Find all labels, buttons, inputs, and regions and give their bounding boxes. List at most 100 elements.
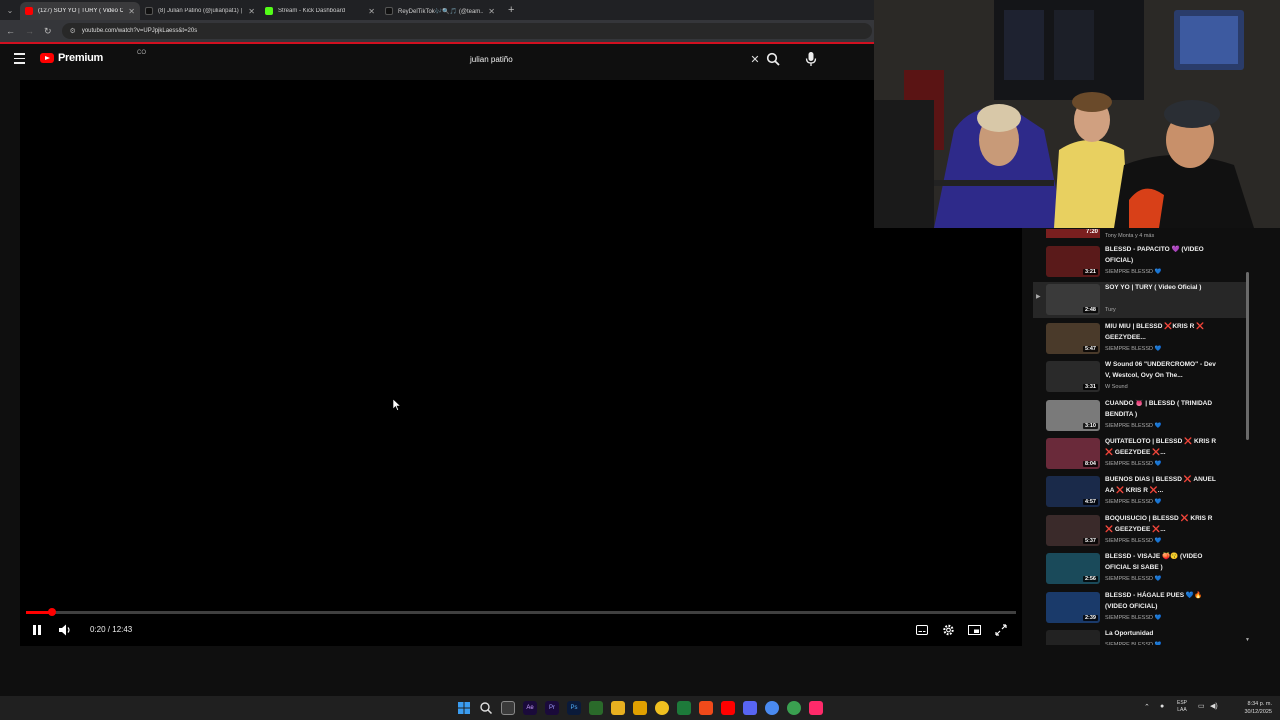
new-tab-button[interactable]: + bbox=[500, 4, 522, 16]
file-explorer-icon[interactable] bbox=[611, 701, 625, 715]
item-channel: SIEMPRE BLESSD 💙 bbox=[1105, 422, 1162, 429]
playlist-item[interactable]: 8:04 QUITATELOTO | BLESSD ❌ KRIS R ❌ GEEZ… bbox=[1033, 436, 1247, 472]
network-icon[interactable]: ▭ bbox=[1198, 703, 1205, 710]
duration-badge: 3:31 bbox=[1082, 384, 1098, 391]
subtitles-icon[interactable] bbox=[916, 623, 928, 637]
playlist-item[interactable]: 3:31 W Sound 06 "UNDERCROMO" - Dev V, Wes… bbox=[1033, 359, 1247, 395]
playlist-item[interactable]: 5:37 BOQUISUCIO | BLESSD ❌ KRIS R ❌ GEEZY… bbox=[1033, 513, 1247, 549]
tab-tiktok-rey[interactable]: ReyDelTikTok🎶🔍🎵 (@team... ✕ bbox=[380, 2, 500, 20]
search-input[interactable]: julian patiño bbox=[462, 55, 748, 64]
playlist-panel: 7:20 Tony Monta y 4 más 3:21 BLESSD - PAP… bbox=[1033, 229, 1251, 645]
duration-badge: 5:47 bbox=[1082, 345, 1098, 352]
video-player[interactable]: 0:20 / 12:43 bbox=[20, 80, 1022, 646]
xbox-icon[interactable] bbox=[589, 701, 603, 715]
youtube-app-icon[interactable] bbox=[721, 701, 735, 715]
after-effects-icon[interactable]: Ae bbox=[523, 701, 537, 715]
playlist-item[interactable]: 3:10 CUANDO 👅 | BLESSD ( TRINIDAD BENDITA… bbox=[1033, 398, 1247, 434]
system-clock[interactable]: 8:34 p. m. 30/12/2025 bbox=[1228, 700, 1272, 716]
windows-start-icon[interactable] bbox=[457, 701, 471, 715]
app-icon[interactable] bbox=[787, 701, 801, 715]
tiktok-favicon-icon bbox=[145, 7, 153, 15]
playlist-item[interactable]: 2:39 BLESSD - HÁGALE PUES 💙🔥 (VIDEO OFICI… bbox=[1033, 590, 1247, 626]
thumbnail: 5:37 bbox=[1046, 514, 1100, 546]
item-channel: W Sound bbox=[1105, 384, 1128, 391]
tab-tiktok-julian[interactable]: (8) Julián Patiño (@julianpat1) | ✕ bbox=[140, 2, 260, 20]
language-indicator[interactable]: ESP LAA bbox=[1177, 700, 1187, 714]
playlist-item-partial[interactable]: 7:20 Tony Monta y 4 más bbox=[1033, 229, 1251, 241]
task-view-icon[interactable] bbox=[501, 701, 515, 715]
chrome-active-icon[interactable] bbox=[765, 701, 779, 715]
tab-search-icon[interactable]: ⌄ bbox=[0, 0, 20, 20]
scroll-down-icon[interactable]: ▼ bbox=[1245, 637, 1250, 643]
fullscreen-icon[interactable] bbox=[995, 623, 1007, 637]
taskbar-search-icon[interactable] bbox=[479, 701, 493, 715]
app-icon[interactable] bbox=[633, 701, 647, 715]
volume-icon[interactable] bbox=[58, 623, 72, 637]
playlist-item[interactable]: 4:57 BUENOS DIAS | BLESSD ❌ ANUEL AA ❌ KR… bbox=[1033, 474, 1247, 510]
thumbnail: 2:56 bbox=[1046, 553, 1100, 585]
language-code: ESP bbox=[1177, 700, 1188, 706]
discord-icon[interactable] bbox=[743, 701, 757, 715]
duration-badge: 8:04 bbox=[1082, 461, 1098, 467]
playlist-item[interactable]: La Oportunidad SIEMPRE BLESSD 💙 bbox=[1033, 628, 1247, 645]
clear-search-icon[interactable]: ✕ bbox=[748, 53, 762, 66]
close-tab-icon[interactable]: ✕ bbox=[368, 7, 375, 16]
windows-taskbar: Ae Pr Ps ⌃ ● ESP LAA ▭ ◀) 8:34 p. m. 30/… bbox=[0, 696, 1280, 720]
item-channel: SIEMPRE BLESSD 💙 bbox=[1105, 537, 1162, 544]
progress-scrubber-handle[interactable] bbox=[48, 608, 56, 616]
forward-icon[interactable]: → bbox=[25, 26, 34, 36]
duration-badge: 3:21 bbox=[1082, 269, 1098, 275]
item-channel: SIEMPRE BLESSD 💙 bbox=[1105, 269, 1162, 275]
duration-badge: 7:20 bbox=[1085, 229, 1098, 235]
item-title: BLESSD - VISAJE 🍑😗 (VIDEO OFICIAL SI SAB… bbox=[1105, 553, 1203, 572]
thumbnail: 3:31 bbox=[1046, 361, 1100, 393]
duration-badge: 2:48 bbox=[1082, 307, 1098, 314]
back-icon[interactable]: ← bbox=[6, 26, 15, 36]
brave-icon[interactable] bbox=[699, 701, 713, 715]
tab-youtube[interactable]: (127) SOY YO | TURY ( Video Of... ✕ bbox=[20, 2, 140, 20]
settings-gear-icon[interactable] bbox=[942, 623, 955, 637]
item-title: BUENOS DIAS | BLESSD ❌ ANUEL AA ❌ KRIS R… bbox=[1105, 476, 1216, 495]
tab-kick-dashboard[interactable]: Stream - Kick Dashboard ✕ bbox=[260, 2, 380, 20]
progress-bar[interactable] bbox=[26, 608, 1016, 616]
item-title: MIU MIU | BLESSD ❌KRIS R ❌ GEEZYDEE... bbox=[1105, 322, 1205, 341]
excel-icon[interactable] bbox=[677, 701, 691, 715]
photoshop-icon[interactable]: Ps bbox=[567, 701, 581, 715]
item-title: BLESSD - HÁGALE PUES 💙🔥 (VIDEO OFICIAL) bbox=[1105, 591, 1203, 610]
volume-tray-icon[interactable]: ◀) bbox=[1210, 703, 1218, 710]
premiere-pro-icon[interactable]: Pr bbox=[545, 701, 559, 715]
menu-icon[interactable] bbox=[14, 53, 25, 64]
item-title: BLESSD - PAPACITO 💜 (VIDEO OFICIAL) bbox=[1105, 246, 1204, 264]
youtube-favicon-icon bbox=[25, 7, 33, 15]
playlist-item-current[interactable]: ▶ 2:48 SOY YO | TURY ( Video Oficial ) Tury bbox=[1033, 282, 1247, 319]
pause-icon[interactable] bbox=[32, 623, 42, 637]
microphone-icon[interactable] bbox=[804, 51, 818, 67]
duration-badge: 2:39 bbox=[1082, 614, 1098, 621]
tiktok-app-icon[interactable] bbox=[809, 701, 823, 715]
chrome-icon[interactable] bbox=[655, 701, 669, 715]
playlist-item[interactable]: 3:21 BLESSD - PAPACITO 💜 (VIDEO OFICIAL) S… bbox=[1033, 244, 1247, 280]
youtube-premium-logo[interactable]: Premium CO bbox=[40, 50, 146, 64]
thumbnail bbox=[1046, 630, 1100, 645]
thumbnail: 4:57 bbox=[1046, 476, 1100, 508]
playlist-item[interactable]: 5:47 MIU MIU | BLESSD ❌KRIS R ❌ GEEZYDEE.… bbox=[1033, 321, 1247, 357]
playlist-scrollbar[interactable] bbox=[1246, 272, 1249, 440]
youtube-play-icon bbox=[40, 53, 54, 63]
item-title: CUANDO 👅 | BLESSD ( TRINIDAD BENDITA ) bbox=[1105, 399, 1213, 418]
search-box[interactable]: julian patiño ✕ bbox=[462, 50, 762, 68]
search-icon[interactable] bbox=[766, 52, 780, 66]
playlist-item[interactable]: 2:56 BLESSD - VISAJE 🍑😗 (VIDEO OFICIAL SI… bbox=[1033, 551, 1247, 587]
item-title: SOY YO | TURY ( Video Oficial ) bbox=[1105, 284, 1202, 292]
tab-label: (8) Julián Patiño (@julianpat1) | bbox=[158, 8, 243, 14]
miniplayer-icon[interactable] bbox=[968, 623, 981, 637]
item-channel: SIEMPRE BLESSD 💙 bbox=[1105, 576, 1162, 583]
close-tab-icon[interactable]: ✕ bbox=[128, 7, 135, 16]
close-tab-icon[interactable]: ✕ bbox=[248, 7, 255, 16]
reload-icon[interactable]: ↻ bbox=[44, 26, 52, 37]
address-bar[interactable]: ⚙ youtube.com/watch?v=UPJpjkLaess&t=20s bbox=[61, 23, 872, 39]
site-info-icon[interactable]: ⚙ bbox=[70, 27, 76, 35]
location-icon[interactable]: ● bbox=[1160, 703, 1164, 710]
show-hidden-icons-icon[interactable]: ⌃ bbox=[1144, 704, 1150, 711]
item-title: La Oportunidad bbox=[1105, 630, 1154, 637]
close-tab-icon[interactable]: ✕ bbox=[488, 7, 495, 16]
